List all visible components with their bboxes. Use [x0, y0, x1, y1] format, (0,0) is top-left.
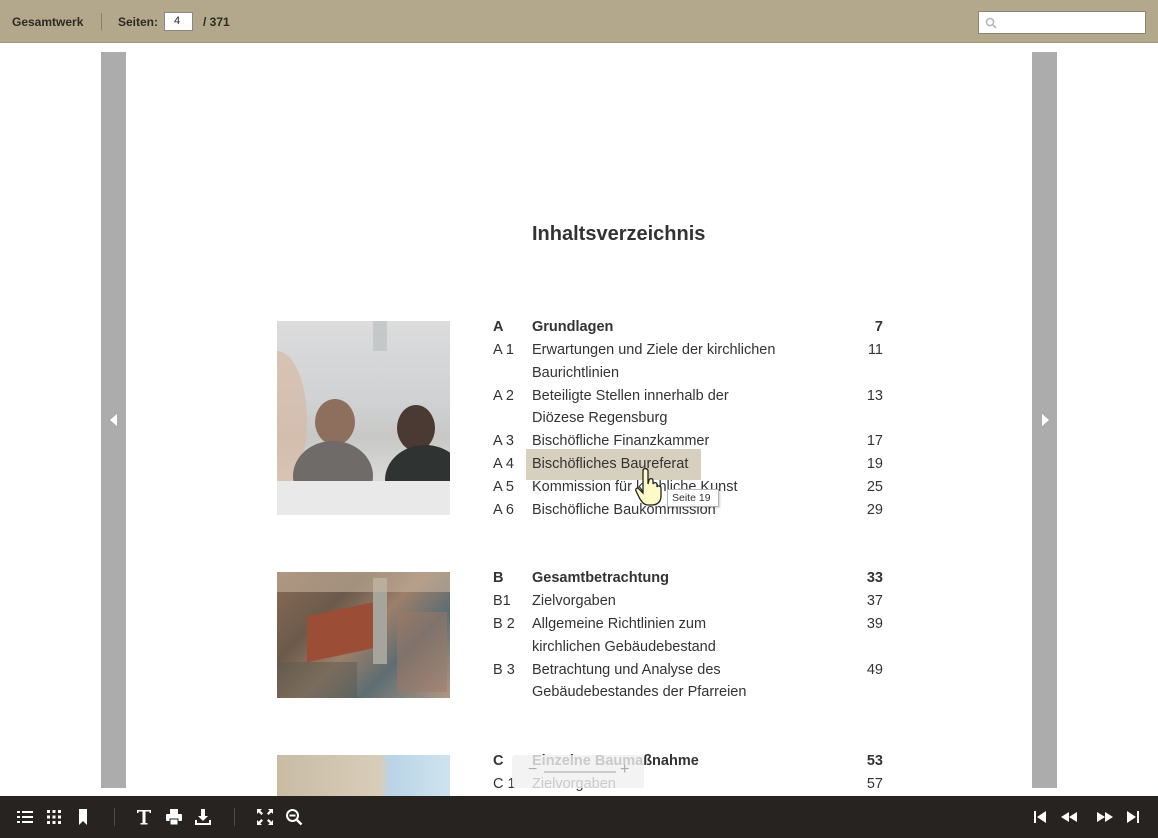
- toc-page: 49: [866, 662, 883, 678]
- toc-label: Erwartungen und Ziele der kirchlichen: [532, 342, 776, 358]
- zoom-slider-track[interactable]: [544, 771, 616, 773]
- thumbnails-grid-icon[interactable]: [45, 808, 63, 826]
- toc-label: Bischöfliche Finanzkammer: [532, 433, 710, 449]
- download-icon[interactable]: [194, 808, 212, 826]
- toc-code: B 2: [493, 616, 515, 632]
- toc-page: 29: [866, 502, 883, 518]
- toc-code: A 4: [493, 456, 514, 472]
- toc-label: Allgemeine Richtlinien zum: [532, 616, 707, 632]
- arrow-right-icon: [1042, 414, 1049, 426]
- aerial-city-photo: [277, 572, 450, 698]
- bookmark-icon[interactable]: [74, 808, 92, 826]
- toc-code: A: [493, 319, 504, 335]
- toc-page: 7: [874, 319, 883, 335]
- toc-label: Baurichtlinien: [532, 365, 620, 381]
- first-page-icon[interactable]: [1031, 808, 1049, 826]
- toc-code: A 6: [493, 502, 514, 518]
- page-number-input[interactable]: 4: [164, 12, 193, 31]
- toc-code: A 2: [493, 388, 514, 404]
- search-input[interactable]: [1001, 13, 1141, 32]
- toc-label: Beteiligte Stellen innerhalb der: [532, 388, 729, 404]
- arrow-left-icon: [110, 414, 117, 426]
- toc-page: 13: [866, 388, 883, 404]
- toc-page: 53: [866, 753, 883, 769]
- toc-label: Bischöfliches Baureferat: [532, 456, 689, 472]
- page-title: Inhaltsverzeichnis: [532, 223, 706, 245]
- toc-code: A 1: [493, 342, 514, 358]
- toc-page: 19: [866, 456, 883, 472]
- fullscreen-icon[interactable]: [256, 808, 274, 826]
- toc-code: B1: [493, 593, 511, 609]
- toc-page: 57: [866, 776, 883, 792]
- toc-list-icon[interactable]: [16, 808, 34, 826]
- toc-label: Gesamtbetrachtung: [532, 570, 669, 586]
- zoom-out-icon[interactable]: [285, 808, 303, 826]
- toc-page: 33: [866, 570, 883, 586]
- toc-page: 17: [866, 433, 883, 449]
- total-pages: / 371: [203, 15, 230, 29]
- work-title[interactable]: Gesamtwerk: [12, 15, 83, 29]
- toc-label: Gebäudebestandes der Pfarreien: [532, 684, 747, 700]
- zoom-slider-overlay[interactable]: − +: [512, 755, 644, 788]
- toolbar-divider: [234, 808, 235, 826]
- zoom-plus-button[interactable]: +: [620, 761, 629, 779]
- pages-label: Seiten:: [118, 15, 159, 29]
- toc-label: Betrachtung und Analyse des: [532, 662, 721, 678]
- toc-label: Zielvorgaben: [532, 593, 616, 609]
- toc-label: Diözese Regensburg: [532, 410, 668, 426]
- last-page-icon[interactable]: [1124, 808, 1142, 826]
- toc-code: B: [493, 570, 504, 586]
- toc-code: C: [493, 753, 504, 769]
- document-viewer: Inhaltsverzeichnis A Grundlagen 7 A 1 Er…: [0, 44, 1158, 796]
- previous-page-flip-bar[interactable]: [101, 52, 126, 788]
- search-box[interactable]: [978, 11, 1146, 34]
- search-icon: [985, 17, 997, 29]
- next-page-icon[interactable]: [1096, 808, 1114, 826]
- document-page: Inhaltsverzeichnis A Grundlagen 7 A 1 Er…: [126, 52, 1032, 796]
- next-page-flip-bar[interactable]: [1032, 52, 1057, 788]
- hand-pointer-cursor-icon: [635, 467, 662, 506]
- toc-page: 25: [866, 479, 883, 495]
- toc-label: kirchlichen Gebäudebestand: [532, 639, 716, 655]
- zoom-minus-button[interactable]: −: [528, 761, 537, 779]
- toc-code: A 5: [493, 479, 514, 495]
- toc-code: B 3: [493, 662, 515, 678]
- toc-page: 37: [866, 593, 883, 609]
- meeting-photo: [277, 321, 450, 515]
- toc-label: Grundlagen: [532, 319, 614, 335]
- bottom-toolbar: [0, 796, 1158, 838]
- toc-page: 39: [866, 616, 883, 632]
- toc-page: 11: [867, 342, 883, 358]
- previous-page-icon[interactable]: [1060, 808, 1078, 826]
- toolbar-divider: [101, 13, 102, 30]
- text-icon[interactable]: [135, 808, 153, 826]
- building-wall-photo: [277, 755, 450, 796]
- page-tooltip: Seite 19: [667, 489, 719, 507]
- print-icon[interactable]: [165, 808, 183, 826]
- toc-code: A 3: [493, 433, 514, 449]
- toolbar-divider: [114, 808, 115, 826]
- top-toolbar: Gesamtwerk Seiten: 4 / 371: [0, 0, 1158, 43]
